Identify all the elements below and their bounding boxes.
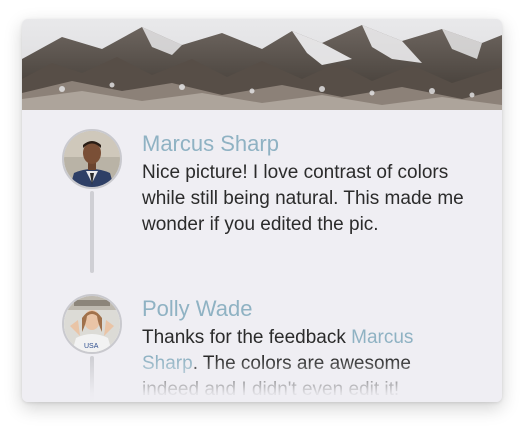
woman-portrait-avatar: USA [64, 296, 120, 352]
comment-body: Nice picture! I love contrast of colors … [142, 162, 464, 235]
comment-text: Thanks for the feedback [142, 327, 352, 348]
svg-text:USA: USA [84, 343, 99, 350]
comment-author[interactable]: Marcus Sharp [142, 130, 472, 158]
avatar[interactable] [62, 129, 122, 189]
comment-body: Thanks for the feedback Marcus Sharp. Th… [142, 325, 472, 402]
comment-content: Marcus Sharp Nice picture! I love contra… [142, 129, 472, 238]
man-portrait-avatar [64, 131, 120, 187]
comments-card: Marcus Sharp Nice picture! I love contra… [22, 19, 502, 402]
thread-line [90, 191, 94, 273]
comment-author[interactable]: Polly Wade [142, 295, 472, 323]
snowy-mountains-image [22, 19, 502, 110]
thread-line [90, 356, 94, 402]
comment-content: Polly Wade Thanks for the feedback Marcu… [142, 294, 472, 402]
header-image [22, 19, 502, 110]
avatar[interactable]: USA [62, 294, 122, 354]
